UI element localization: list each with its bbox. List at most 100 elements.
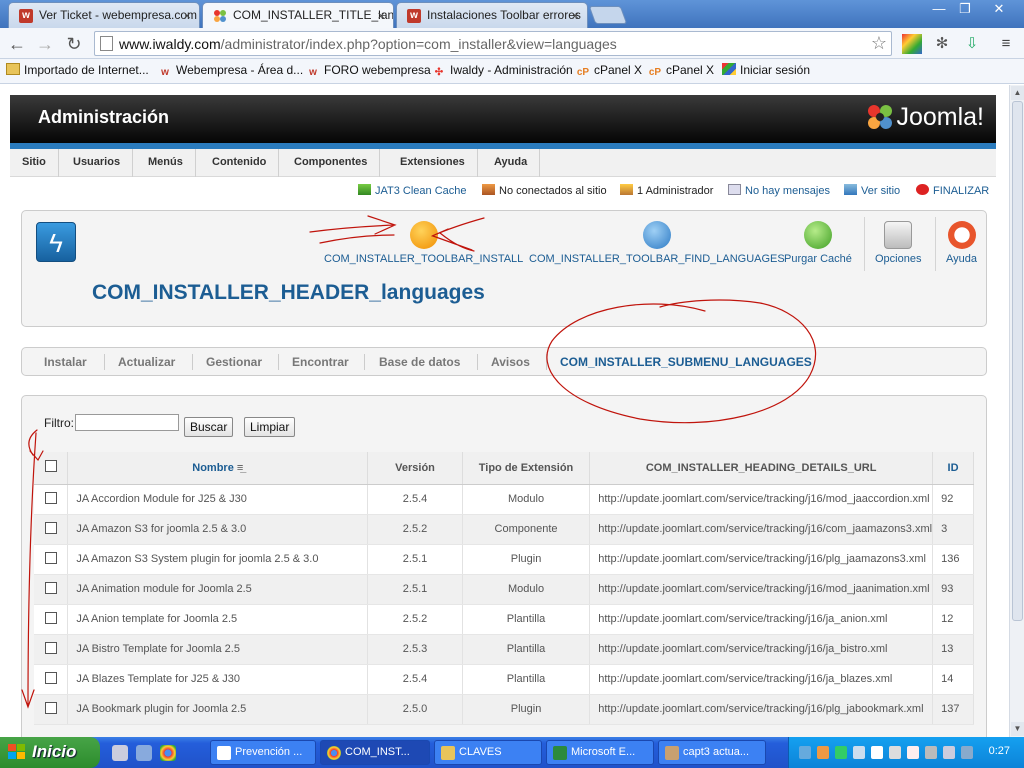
filter-input[interactable]	[75, 414, 179, 431]
find-languages-button[interactable]: COM_INSTALLER_TOOLBAR_FIND_LANGUAGES	[529, 221, 785, 265]
tray-app-icon[interactable]	[871, 746, 883, 759]
bookmark-item[interactable]: Importado de Internet...	[6, 63, 149, 77]
restore-icon[interactable]: ❐	[952, 1, 978, 19]
search-button[interactable]: Buscar	[184, 417, 234, 437]
taskbar-item[interactable]: capt3 actua...	[658, 740, 766, 765]
row-name[interactable]: JA Bookmark plugin for Joomla 2.5	[67, 694, 369, 725]
clear-button[interactable]: Limpiar	[244, 417, 296, 437]
close-window-icon[interactable]: ✕	[984, 1, 1014, 19]
bookmark-item[interactable]: ✣ Iwaldy - Administración	[432, 63, 573, 79]
menu-item-sitio[interactable]: Sitio	[10, 149, 59, 177]
table-row[interactable]: JA Bookmark plugin for Joomla 2.5 2.5.0 Pl…	[34, 694, 974, 725]
row-name[interactable]: JA Animation module for Joomla 2.5	[67, 574, 369, 605]
submenu-base-de-datos[interactable]: Base de datos	[379, 355, 460, 369]
taskbar-item[interactable]: Prevención ...	[210, 740, 316, 765]
close-tab-icon[interactable]: ×	[571, 8, 579, 23]
row-name[interactable]: JA Amazon S3 for joomla 2.5 & 3.0	[67, 514, 369, 545]
table-row[interactable]: JA Accordion Module for J25 & J30 2.5.4 Mo…	[34, 484, 974, 515]
column-version[interactable]: Versión	[367, 452, 463, 485]
row-name[interactable]: JA Amazon S3 System plugin for joomla 2.…	[67, 544, 369, 575]
column-id[interactable]: ID	[932, 452, 974, 485]
start-button[interactable]: Inicio	[0, 737, 100, 768]
row-checkbox[interactable]	[44, 701, 57, 714]
row-name[interactable]: JA Blazes Template for J25 & J30	[67, 664, 369, 695]
menu-item-componentes[interactable]: Componentes	[282, 149, 381, 177]
sort-nombre-link[interactable]: Nombre	[192, 462, 234, 474]
extension-color-icon[interactable]	[902, 34, 922, 54]
bookmark-item[interactable]: cP cPanel X	[648, 63, 714, 79]
table-row[interactable]: JA Anion template for Joomla 2.5 2.5.2 Pla…	[34, 604, 974, 635]
row-name[interactable]: JA Anion template for Joomla 2.5	[67, 604, 369, 635]
logout-link[interactable]: FINALIZAR	[916, 184, 989, 197]
bookmark-item[interactable]: w Webempresa - Área d...	[158, 63, 303, 79]
tray-app-icon[interactable]	[835, 746, 847, 759]
tray-app-icon[interactable]	[943, 746, 955, 759]
row-name[interactable]: JA Bistro Template for Joomla 2.5	[67, 634, 369, 665]
menu-item-ayuda[interactable]: Ayuda	[482, 149, 541, 177]
row-checkbox[interactable]	[44, 671, 57, 684]
menu-item-contenido[interactable]: Contenido	[200, 149, 280, 177]
row-checkbox[interactable]	[44, 551, 57, 564]
submenu-encontrar[interactable]: Encontrar	[292, 355, 349, 369]
address-bar[interactable]: www.iwaldy.com/administrator/index.php?o…	[94, 31, 892, 56]
taskbar-item[interactable]: CLAVES	[434, 740, 542, 765]
submenu-gestionar[interactable]: Gestionar	[206, 355, 262, 369]
browser-tab-2[interactable]: w Instalaciones Toolbar errores ×	[396, 2, 588, 28]
tray-volume-icon[interactable]	[961, 746, 973, 759]
new-tab-button[interactable]	[588, 6, 628, 24]
purge-cache-button[interactable]: Purgar Caché	[784, 221, 852, 265]
tray-app-icon[interactable]	[907, 746, 919, 759]
table-row[interactable]: JA Amazon S3 for joomla 2.5 & 3.0 2.5.2 Co…	[34, 514, 974, 545]
row-checkbox[interactable]	[44, 641, 57, 654]
taskbar-item[interactable]: Microsoft E...	[546, 740, 654, 765]
table-row[interactable]: JA Amazon S3 System plugin for joomla 2.…	[34, 544, 974, 575]
minimize-icon[interactable]: —	[926, 1, 952, 19]
install-button[interactable]: COM_INSTALLER_TOOLBAR_INSTALL	[324, 221, 523, 265]
bookmark-item[interactable]: w FORO webempresa	[306, 63, 431, 79]
browser-tab-0[interactable]: w Ver Ticket - webempresa.com ×	[8, 2, 200, 28]
messages-link[interactable]: No hay mensajes	[728, 184, 830, 197]
menu-item-extensiones[interactable]: Extensiones	[388, 149, 478, 177]
tray-app-icon[interactable]	[817, 746, 829, 759]
reload-icon[interactable]: ↻	[63, 33, 85, 55]
table-row[interactable]: JA Animation module for Joomla 2.5 2.5.1 M…	[34, 574, 974, 605]
forward-arrow-icon[interactable]: →	[34, 33, 56, 55]
scroll-thumb[interactable]	[1012, 101, 1023, 621]
bookmark-star-icon[interactable]: ☆	[871, 33, 887, 54]
submenu-actualizar[interactable]: Actualizar	[118, 355, 175, 369]
download-extension-icon[interactable]: ⇩	[962, 34, 982, 54]
menu-item-usuarios[interactable]: Usuarios	[61, 149, 134, 177]
quicklaunch-ie-icon[interactable]	[136, 745, 152, 761]
submenu-avisos[interactable]: Avisos	[491, 355, 530, 369]
tray-network-icon[interactable]	[925, 746, 937, 759]
bug-extension-icon[interactable]: ✻	[932, 34, 952, 54]
scroll-up-icon[interactable]: ▲	[1011, 86, 1024, 100]
column-nombre[interactable]: Nombre ≡̲	[67, 452, 369, 485]
select-all-checkbox[interactable]	[44, 460, 57, 473]
options-button[interactable]: Opciones	[875, 221, 921, 265]
row-name[interactable]: JA Accordion Module for J25 & J30	[67, 484, 369, 515]
row-checkbox[interactable]	[44, 521, 57, 534]
row-checkbox[interactable]	[44, 491, 57, 504]
bookmark-item[interactable]: cP cPanel X	[576, 63, 642, 79]
wrench-menu-icon[interactable]: ≡	[996, 34, 1016, 54]
quicklaunch-app-icon[interactable]	[112, 745, 128, 761]
back-arrow-icon[interactable]: ←	[6, 33, 28, 55]
view-site-link[interactable]: Ver sitio	[844, 184, 900, 197]
help-button[interactable]: Ayuda	[946, 221, 977, 265]
column-details-url[interactable]: COM_INSTALLER_HEADING_DETAILS_URL	[589, 452, 934, 485]
column-tipo[interactable]: Tipo de Extensión	[462, 452, 591, 485]
row-checkbox[interactable]	[44, 611, 57, 624]
row-checkbox[interactable]	[44, 581, 57, 594]
close-tab-icon[interactable]: ×	[377, 8, 385, 23]
table-row[interactable]: JA Bistro Template for Joomla 2.5 2.5.3 Pl…	[34, 634, 974, 665]
page-scrollbar[interactable]: ▲ ▼	[1009, 85, 1024, 737]
tray-app-icon[interactable]	[853, 746, 865, 759]
menu-item-menus[interactable]: Menús	[136, 149, 196, 177]
taskbar-item[interactable]: COM_INST...	[320, 740, 430, 765]
tray-app-icon[interactable]	[889, 746, 901, 759]
scroll-down-icon[interactable]: ▼	[1011, 722, 1024, 736]
jat3-cache-link[interactable]: JAT3 Clean Cache	[358, 184, 467, 197]
quicklaunch-chrome-icon[interactable]	[160, 745, 176, 761]
bookmark-item[interactable]: Iniciar sesión	[722, 63, 810, 77]
